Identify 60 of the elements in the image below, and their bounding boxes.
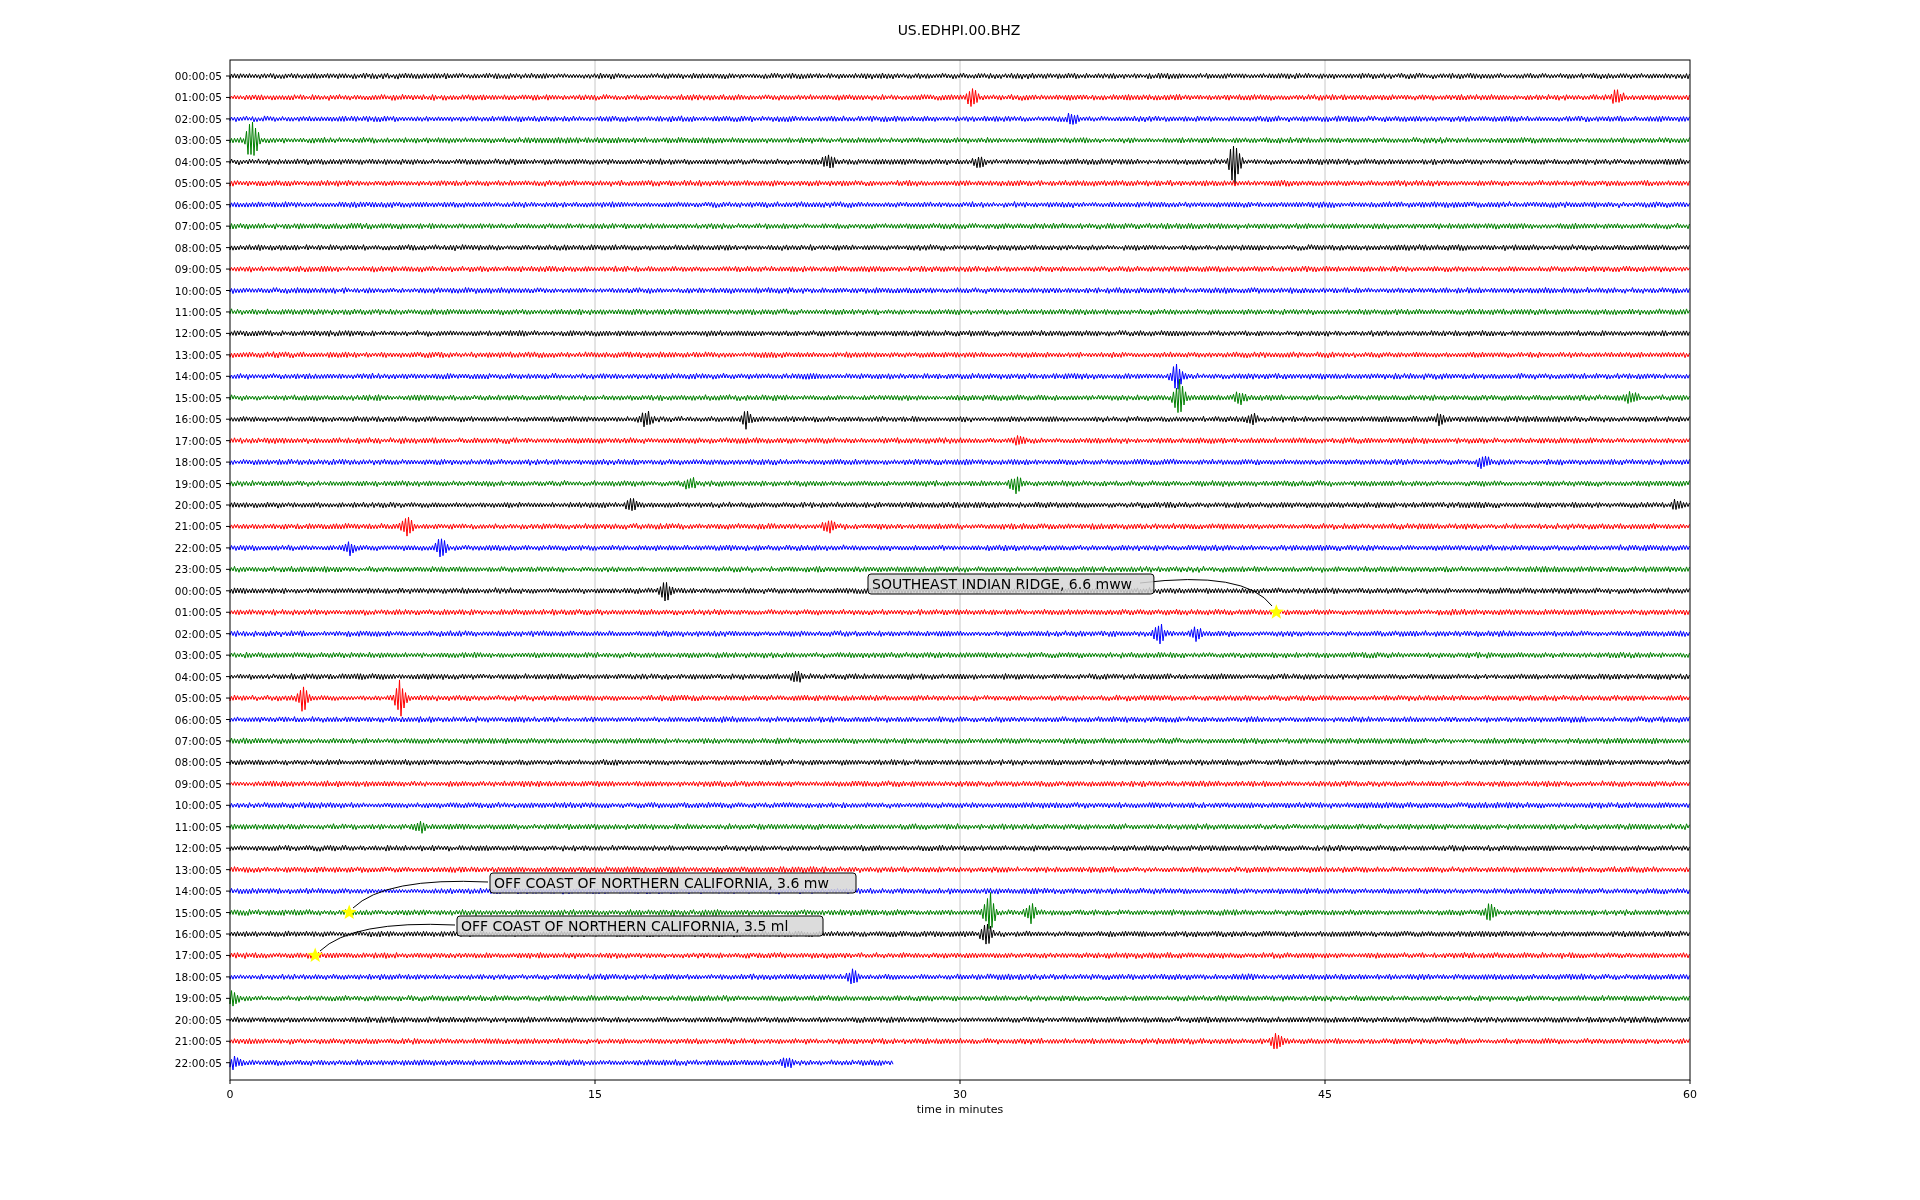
y-tick-label: 17:00:05 (174, 434, 222, 447)
y-tick-label: 18:00:05 (174, 970, 222, 983)
y-tick-label: 17:00:05 (174, 949, 222, 962)
y-tick-label: 07:00:05 (174, 734, 222, 747)
y-tick-label: 12:00:05 (174, 842, 222, 855)
y-tick-label: 16:00:05 (174, 928, 222, 940)
y-tick-label: 08:00:05 (174, 241, 222, 254)
y-tick-label: 19:00:05 (174, 992, 222, 1005)
event-star-marker (307, 947, 323, 962)
y-tick-label: 03:00:05 (174, 649, 222, 662)
y-tick-label: 01:00:05 (174, 91, 222, 104)
y-tick-label: 20:00:05 (174, 1013, 222, 1026)
y-tick-label: 13:00:05 (174, 348, 222, 361)
y-tick-label: 19:00:05 (174, 477, 222, 490)
y-tick-label: 07:00:05 (174, 220, 222, 233)
y-tick-label: 10:00:05 (174, 799, 222, 812)
y-tick-label: 22:00:05 (174, 1056, 222, 1069)
x-tick-label: 60 (1683, 1088, 1697, 1101)
y-tick-label: 21:00:05 (174, 1035, 222, 1048)
y-tick-label: 11:00:05 (174, 820, 222, 833)
y-tick-label: 00:00:05 (174, 584, 222, 597)
y-tick-label: 11:00:05 (174, 305, 222, 318)
x-tick-label: 30 (953, 1088, 967, 1101)
plot-title: US.EDHPI.00.BHZ (897, 22, 1021, 38)
y-tick-label: 12:00:05 (174, 327, 222, 340)
y-tick-label: 14:00:05 (174, 885, 222, 898)
y-tick-label: 21:00:05 (174, 520, 222, 533)
y-tick-label: 13:00:05 (174, 863, 222, 876)
event-star-marker (341, 904, 357, 919)
y-tick-label: 06:00:05 (174, 198, 222, 211)
annotation-label: OFF COAST OF NORTHERN CALIFORNIA, 3.6 mw (489, 872, 857, 894)
y-tick-label: 23:00:05 (174, 563, 222, 576)
y-tick-label: 20:00:05 (174, 499, 222, 511)
y-tick-label: 06:00:05 (174, 713, 222, 726)
y-tick-label: 09:00:05 (174, 777, 222, 790)
y-tick-label: 14:00:05 (174, 370, 222, 383)
y-tick-label: 01:00:05 (174, 606, 222, 619)
x-axis-label: time in minutes (916, 1103, 1004, 1116)
y-tick-label: 04:00:05 (174, 155, 222, 168)
x-tick-label: 45 (1318, 1088, 1332, 1101)
event-star-marker (1268, 604, 1284, 619)
y-tick-label: 05:00:05 (174, 692, 222, 705)
y-tick-label: 18:00:05 (174, 456, 222, 469)
y-tick-label: 15:00:05 (174, 906, 222, 919)
x-tick-label: 0 (226, 1088, 234, 1101)
y-tick-label: 09:00:05 (174, 263, 222, 276)
annotation-label: SOUTHEAST INDIAN RIDGE, 6.6 mww (867, 573, 1155, 595)
y-tick-label: 22:00:05 (174, 541, 222, 554)
y-tick-label: 10:00:05 (174, 284, 222, 297)
annotation-label: OFF COAST OF NORTHERN CALIFORNIA, 3.5 ml (456, 915, 824, 937)
y-tick-label: 05:00:05 (174, 177, 222, 190)
x-tick-label: 15 (588, 1088, 602, 1101)
y-tick-label: 04:00:05 (174, 670, 222, 683)
y-tick-label: 08:00:05 (174, 756, 222, 769)
y-tick-label: 00:00:05 (174, 70, 222, 82)
y-tick-label: 16:00:05 (174, 413, 222, 426)
y-tick-label: 15:00:05 (174, 391, 222, 404)
y-tick-label: 02:00:05 (174, 112, 222, 125)
y-tick-label: 03:00:05 (174, 134, 222, 147)
y-tick-label: 02:00:05 (174, 627, 222, 640)
